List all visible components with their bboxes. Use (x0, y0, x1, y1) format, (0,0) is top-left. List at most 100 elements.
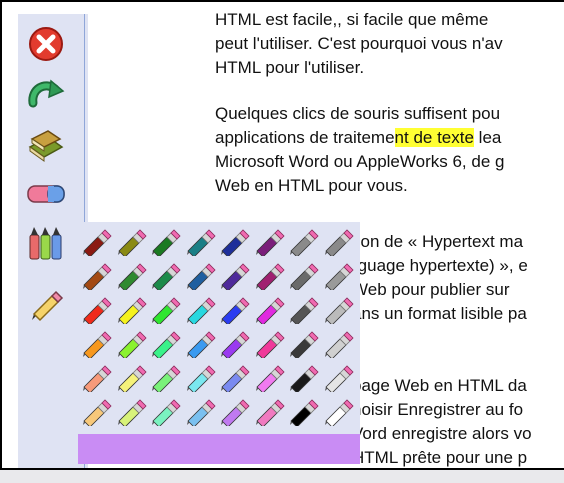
marker-icon (255, 399, 285, 428)
doc-line: Web en HTML pour vous. (215, 176, 408, 195)
marker-icon (117, 229, 147, 258)
marker-swatch[interactable] (324, 228, 357, 258)
marker-swatch[interactable] (289, 330, 322, 360)
window-left-border (0, 0, 2, 470)
marker-icon (290, 297, 319, 326)
marker-swatch[interactable] (186, 398, 219, 428)
marker-icon (221, 365, 250, 394)
marker-swatch[interactable] (151, 296, 184, 326)
doc-line: page Web en HTML da (352, 376, 527, 395)
marker-icon (186, 399, 216, 428)
marker-swatch[interactable] (324, 330, 357, 360)
marker-icon (152, 263, 181, 292)
marker-swatch[interactable] (220, 330, 253, 360)
marker-icon (186, 365, 216, 394)
marker-swatch[interactable] (289, 228, 322, 258)
marker-swatch[interactable] (220, 398, 253, 428)
marker-icon (324, 331, 354, 360)
marker-swatch[interactable] (151, 262, 184, 292)
marker-swatch[interactable] (151, 228, 184, 258)
marker-palette-popup (78, 222, 360, 464)
marker-swatch[interactable] (186, 330, 219, 360)
marker-swatch[interactable] (117, 262, 150, 292)
doc-line: hoisir Enregistrer au fo (352, 400, 524, 419)
marker-icon (186, 263, 216, 292)
marker-swatch[interactable] (324, 296, 357, 326)
marker-swatch[interactable] (117, 330, 150, 360)
marker-swatch[interactable] (82, 262, 115, 292)
marker-swatch[interactable] (255, 262, 288, 292)
marker-swatch[interactable] (220, 228, 253, 258)
marker-swatch[interactable] (255, 296, 288, 326)
marker-swatch[interactable] (151, 398, 184, 428)
marker-icon (324, 297, 354, 326)
marker-swatch[interactable] (186, 296, 219, 326)
marker-icon (290, 229, 319, 258)
marker-swatch[interactable] (289, 364, 322, 394)
marker-swatch[interactable] (289, 296, 322, 326)
marker-swatch[interactable] (324, 364, 357, 394)
document-text[interactable]: HTML est facile,, si facile que même peu… (215, 8, 564, 220)
close-icon (29, 27, 63, 61)
marker-swatch[interactable] (324, 398, 357, 428)
pencil-icon (32, 290, 64, 322)
marker-swatch[interactable] (324, 262, 357, 292)
marker-icon (152, 229, 181, 258)
marker-icon (324, 263, 354, 292)
marker-swatch[interactable] (255, 330, 288, 360)
marker-swatch[interactable] (289, 398, 322, 428)
redo-icon (28, 79, 65, 108)
marker-icon (255, 297, 285, 326)
marker-swatch[interactable] (255, 398, 288, 428)
marker-swatch[interactable] (117, 296, 150, 326)
marker-icon (255, 331, 285, 360)
marker-icon (255, 365, 285, 394)
marker-swatch[interactable] (82, 398, 115, 428)
doc-line: Web pour publier sur (352, 280, 510, 299)
eraser-button[interactable] (24, 174, 68, 214)
pencil-button[interactable] (24, 284, 68, 324)
marker-swatch[interactable] (186, 364, 219, 394)
library-button[interactable] (24, 124, 68, 164)
marker-swatch[interactable] (82, 228, 115, 258)
marker-icon (324, 399, 354, 428)
marker-swatch[interactable] (82, 296, 115, 326)
marker-swatch[interactable] (255, 364, 288, 394)
marker-swatch[interactable] (117, 228, 150, 258)
marker-swatch[interactable] (186, 228, 219, 258)
marker-swatch[interactable] (255, 228, 288, 258)
marker-icon (255, 229, 285, 258)
marker-icon (324, 229, 354, 258)
marker-swatch[interactable] (186, 262, 219, 292)
marker-swatch[interactable] (82, 330, 115, 360)
marker-icon (83, 331, 112, 360)
marker-swatch[interactable] (289, 262, 322, 292)
doc-line: rguage hypertexte) », e (352, 256, 528, 275)
marker-icon (152, 399, 181, 428)
marker-icon (221, 229, 250, 258)
marker-swatch[interactable] (220, 296, 253, 326)
marker-icon (221, 297, 250, 326)
redo-button[interactable] (24, 74, 68, 114)
selected-color-bar[interactable] (78, 434, 360, 464)
doc-line: Microsoft Word ou AppleWorks 6, de g (215, 152, 505, 171)
marker-icon (83, 263, 112, 292)
marker-icon (83, 229, 112, 258)
marker-swatch[interactable] (117, 398, 150, 428)
marker-swatch[interactable] (220, 364, 253, 394)
marker-icon (186, 297, 216, 326)
doc-line: Quelques clics de souris suffisent pou (215, 104, 501, 123)
marker-palette-button[interactable] (24, 224, 68, 264)
marker-swatch[interactable] (151, 330, 184, 360)
marker-swatch[interactable] (82, 364, 115, 394)
marker-swatch[interactable] (151, 364, 184, 394)
marker-swatch[interactable] (117, 364, 150, 394)
marker-icon (186, 229, 216, 258)
marker-icon (83, 297, 112, 326)
doc-line: ans un format lisible pa (352, 304, 527, 323)
marker-swatch[interactable] (220, 262, 253, 292)
close-button[interactable] (24, 24, 68, 64)
marker-icon (221, 263, 250, 292)
marker-icon (290, 399, 319, 428)
marker-icon (290, 263, 319, 292)
